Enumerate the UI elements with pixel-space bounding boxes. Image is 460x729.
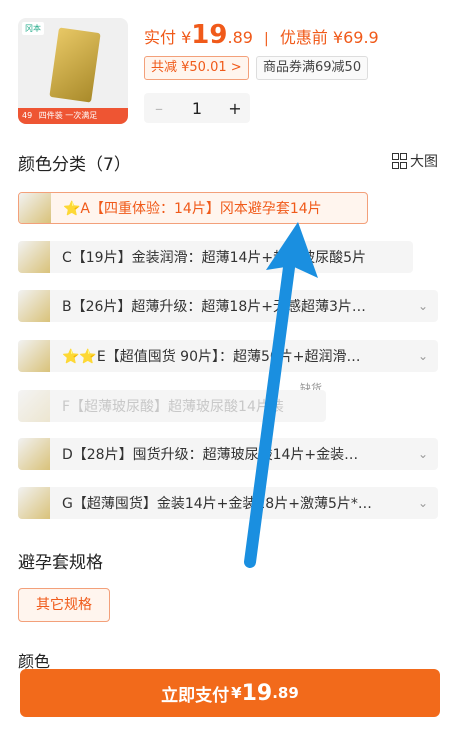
discount-tag[interactable]: 共减 ¥50.01 > [144, 56, 249, 80]
color-option-c[interactable]: C【19片】金装润滑：超薄14片+超薄玻尿酸5片 [18, 241, 413, 273]
thumbnail-banner: 49 四件装 一次满足 [18, 108, 128, 124]
option-thumbnail [18, 390, 50, 422]
option-label: C【19片】金装润滑：超薄14片+超薄玻尿酸5片 [62, 250, 367, 266]
option-thumbnail [19, 193, 51, 223]
chevron-down-icon[interactable]: ⌄ [418, 349, 428, 363]
decrement-button[interactable]: – [144, 99, 174, 118]
chevron-down-icon[interactable]: ⌄ [418, 447, 428, 461]
product-box-image [49, 27, 101, 103]
pay-label: 立即支付 [161, 685, 230, 706]
price-decimal: .89 [227, 28, 253, 47]
pay-currency: ¥ [231, 684, 242, 702]
color-option-f: F【超薄玻尿酸】超薄玻尿酸14片装 [18, 390, 326, 422]
big-image-label: 大图 [410, 154, 438, 170]
spec-option[interactable]: 其它规格 [18, 588, 110, 622]
thumbnail-caption: 四件装 一次满足 [38, 111, 98, 120]
color-section-title: 颜色分类（7） [18, 155, 131, 175]
currency-symbol: ¥ [181, 28, 192, 47]
color-option-b[interactable]: B【26片】超薄升级：超薄18片+无感超薄3片… ⌄ [18, 290, 438, 322]
option-label: F【超薄玻尿酸】超薄玻尿酸14片装 [62, 399, 284, 415]
spec-section-title: 避孕套规格 [18, 553, 103, 573]
color-option-e[interactable]: ⭐⭐E【超值囤货 90片】：超薄50片+超润滑… ⌄ [18, 340, 438, 372]
pay-now-button[interactable]: 立即支付 ¥19.89 [20, 669, 440, 717]
pay-prefix: 实付 [144, 28, 177, 47]
option-label: ⭐⭐E【超值囤货 90片】：超薄50片+超润滑… [62, 349, 361, 365]
chevron-down-icon[interactable]: ⌄ [418, 299, 428, 313]
option-thumbnail [18, 438, 50, 470]
option-thumbnail [18, 290, 50, 322]
chevron-down-icon[interactable]: ⌄ [418, 496, 428, 510]
color-option-d[interactable]: D【28片】囤货升级：超薄玻尿酸14片+金装… ⌄ [18, 438, 438, 470]
pay-amount-decimal: .89 [272, 684, 299, 702]
price-integer: 19 [191, 20, 228, 50]
big-image-toggle[interactable]: 大图 [392, 151, 438, 171]
increment-button[interactable]: + [220, 99, 250, 118]
option-label: B【26片】超薄升级：超薄18片+无感超薄3片… [62, 299, 366, 315]
color-option-g[interactable]: G【超薄囤货】金装14片+金装18片+激薄5片*… ⌄ [18, 487, 438, 519]
original-price: 优惠前 ¥69.9 [279, 28, 379, 47]
option-label: G【超薄囤货】金装14片+金装18片+激薄5片*… [62, 496, 372, 512]
coupon-tag: 商品券满69减50 [256, 56, 369, 80]
option-label: D【28片】囤货升级：超薄玻尿酸14片+金装… [62, 447, 359, 463]
product-thumbnail[interactable]: 冈本 49 四件装 一次满足 [18, 18, 128, 124]
quantity-value[interactable]: 1 [182, 99, 212, 118]
price-divider: | [264, 31, 269, 47]
option-thumbnail [18, 487, 50, 519]
pay-amount-integer: 19 [241, 680, 273, 706]
brand-label: 冈本 [22, 22, 44, 35]
price-row: 实付 ¥19.89 | 优惠前 ¥69.9 [144, 20, 379, 50]
option-thumbnail [18, 340, 50, 372]
option-thumbnail [18, 241, 50, 273]
thumbnail-price: 49 [22, 111, 33, 120]
option-label: ⭐A【四重体验：14片】冈本避孕套14片 [63, 201, 322, 217]
quantity-stepper: – 1 + [144, 93, 250, 123]
grid-icon [392, 153, 407, 169]
color-option-a[interactable]: ⭐A【四重体验：14片】冈本避孕套14片 [18, 192, 368, 224]
